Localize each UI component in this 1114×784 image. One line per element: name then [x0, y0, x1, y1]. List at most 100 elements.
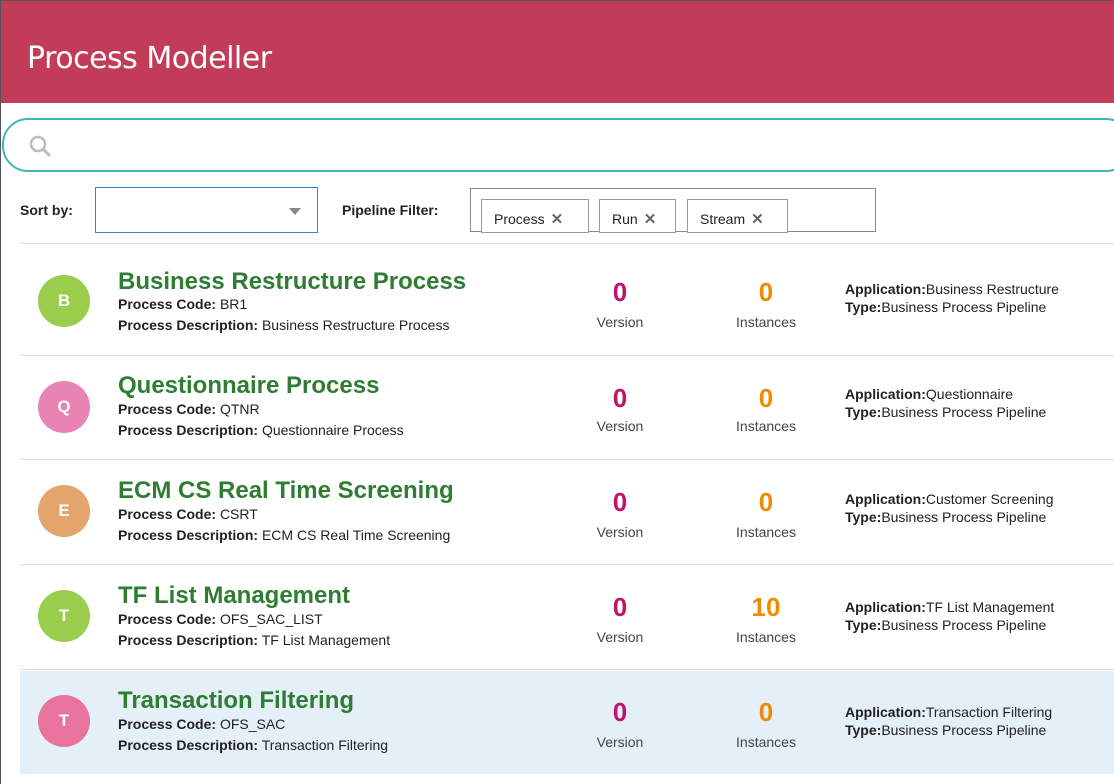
close-icon[interactable]: ✕ — [551, 210, 564, 228]
application-value: TF List Management — [925, 599, 1055, 615]
type-label: Type: — [845, 299, 882, 315]
search-icon — [29, 135, 51, 157]
process-name-link[interactable]: Business Restructure Process — [118, 268, 466, 296]
process-row-selected[interactable]: T Transaction Filtering Process Code: OF… — [20, 671, 1114, 774]
filter-chip-label: Process — [494, 211, 545, 227]
pipeline-filter-box[interactable]: Process ✕ Run ✕ Stream ✕ — [470, 188, 876, 233]
type-info: Type:Business Process Pipeline — [845, 509, 1046, 525]
avatar: E — [38, 485, 90, 537]
process-code: Process Code: QTNR — [118, 401, 260, 417]
application-value: Questionnaire — [925, 386, 1014, 402]
version-label: Version — [596, 524, 644, 540]
close-icon[interactable]: ✕ — [644, 210, 657, 228]
sort-dropdown[interactable] — [95, 187, 318, 233]
type-info: Type:Business Process Pipeline — [845, 404, 1046, 420]
process-name-link[interactable]: Questionnaire Process — [118, 372, 379, 400]
instances-label: Instances — [736, 418, 796, 434]
filter-chip-label: Stream — [700, 211, 746, 227]
version-label: Version — [596, 418, 644, 434]
process-description-value: Transaction Filtering — [261, 737, 389, 753]
application-info: Application:Business Restructure — [845, 281, 1059, 297]
type-label: Type: — [845, 404, 882, 420]
instances-count[interactable]: 0 — [726, 487, 806, 518]
process-code: Process Code: BR1 — [118, 296, 247, 312]
type-value: Business Process Pipeline — [881, 722, 1047, 738]
process-name-link[interactable]: ECM CS Real Time Screening — [118, 477, 454, 505]
type-info: Type:Business Process Pipeline — [845, 617, 1046, 633]
instances-count[interactable]: 0 — [726, 697, 806, 728]
application-label: Application: — [845, 281, 926, 297]
process-name-link[interactable]: Transaction Filtering — [118, 687, 354, 715]
process-description-label: Process Description: — [118, 527, 259, 543]
process-description-label: Process Description: — [118, 737, 259, 753]
avatar: T — [38, 695, 90, 747]
instances-label: Instances — [736, 734, 796, 750]
application-label: Application: — [845, 599, 926, 615]
type-label: Type: — [845, 509, 882, 525]
type-value: Business Process Pipeline — [881, 617, 1047, 633]
process-row[interactable]: Q Questionnaire Process Process Code: QT… — [20, 357, 1114, 460]
application-info: Application:TF List Management — [845, 599, 1054, 615]
row-divider — [20, 564, 1114, 565]
application-info: Application:Customer Screening — [845, 491, 1054, 507]
chevron-down-icon — [289, 208, 301, 215]
process-description-label: Process Description: — [118, 632, 259, 648]
type-info: Type:Business Process Pipeline — [845, 299, 1046, 315]
process-code-value: OFS_SAC_LIST — [219, 611, 323, 627]
type-info: Type:Business Process Pipeline — [845, 722, 1046, 738]
instances-label: Instances — [736, 314, 796, 330]
version-count[interactable]: 0 — [580, 487, 660, 518]
close-icon[interactable]: ✕ — [751, 210, 764, 228]
avatar: B — [38, 275, 90, 327]
process-description: Process Description: Questionnaire Proce… — [118, 422, 404, 438]
process-description-value: TF List Management — [261, 632, 391, 648]
process-description-value: Business Restructure Process — [261, 317, 450, 333]
instances-count[interactable]: 10 — [726, 592, 806, 623]
version-label: Version — [596, 629, 644, 645]
search-input[interactable] — [64, 130, 1064, 160]
application-value: Business Restructure — [925, 281, 1059, 297]
version-count[interactable]: 0 — [580, 697, 660, 728]
type-label: Type: — [845, 722, 882, 738]
process-code-value: CSRT — [219, 506, 258, 522]
process-description: Process Description: Transaction Filteri… — [118, 737, 388, 753]
process-row[interactable]: E ECM CS Real Time Screening Process Cod… — [20, 461, 1114, 564]
process-code-label: Process Code: — [118, 611, 217, 627]
process-description-value: Questionnaire Process — [261, 422, 404, 438]
type-value: Business Process Pipeline — [881, 404, 1047, 420]
application-info: Application:Transaction Filtering — [845, 704, 1052, 720]
version-count[interactable]: 0 — [580, 383, 660, 414]
process-code-label: Process Code: — [118, 506, 217, 522]
sort-label: Sort by: — [20, 202, 73, 218]
filter-chip-process: Process ✕ — [481, 199, 589, 233]
filter-chip-label: Run — [612, 211, 638, 227]
search-bar[interactable] — [2, 118, 1114, 172]
app-header: Process Modeller — [1, 1, 1114, 103]
process-code-value: QTNR — [219, 401, 260, 417]
avatar: Q — [38, 381, 90, 433]
process-code-label: Process Code: — [118, 296, 217, 312]
version-label: Version — [596, 314, 644, 330]
version-count[interactable]: 0 — [580, 277, 660, 308]
process-description: Process Description: Business Restructur… — [118, 317, 449, 333]
instances-count[interactable]: 0 — [726, 277, 806, 308]
instances-count[interactable]: 0 — [726, 383, 806, 414]
process-description-label: Process Description: — [118, 422, 259, 438]
process-code: Process Code: OFS_SAC — [118, 716, 285, 732]
process-row[interactable]: B Business Restructure Process Process C… — [20, 251, 1114, 354]
type-value: Business Process Pipeline — [881, 509, 1047, 525]
process-row[interactable]: T TF List Management Process Code: OFS_S… — [20, 566, 1114, 669]
instances-label: Instances — [736, 629, 796, 645]
process-code-label: Process Code: — [118, 716, 217, 732]
type-label: Type: — [845, 617, 882, 633]
process-code: Process Code: OFS_SAC_LIST — [118, 611, 323, 627]
application-label: Application: — [845, 704, 926, 720]
process-name-link[interactable]: TF List Management — [118, 582, 350, 610]
process-code-value: BR1 — [219, 296, 248, 312]
filter-chip-run: Run ✕ — [599, 199, 676, 233]
process-description-value: ECM CS Real Time Screening — [261, 527, 451, 543]
process-description: Process Description: ECM CS Real Time Sc… — [118, 527, 450, 543]
version-label: Version — [596, 734, 644, 750]
application-label: Application: — [845, 491, 926, 507]
version-count[interactable]: 0 — [580, 592, 660, 623]
